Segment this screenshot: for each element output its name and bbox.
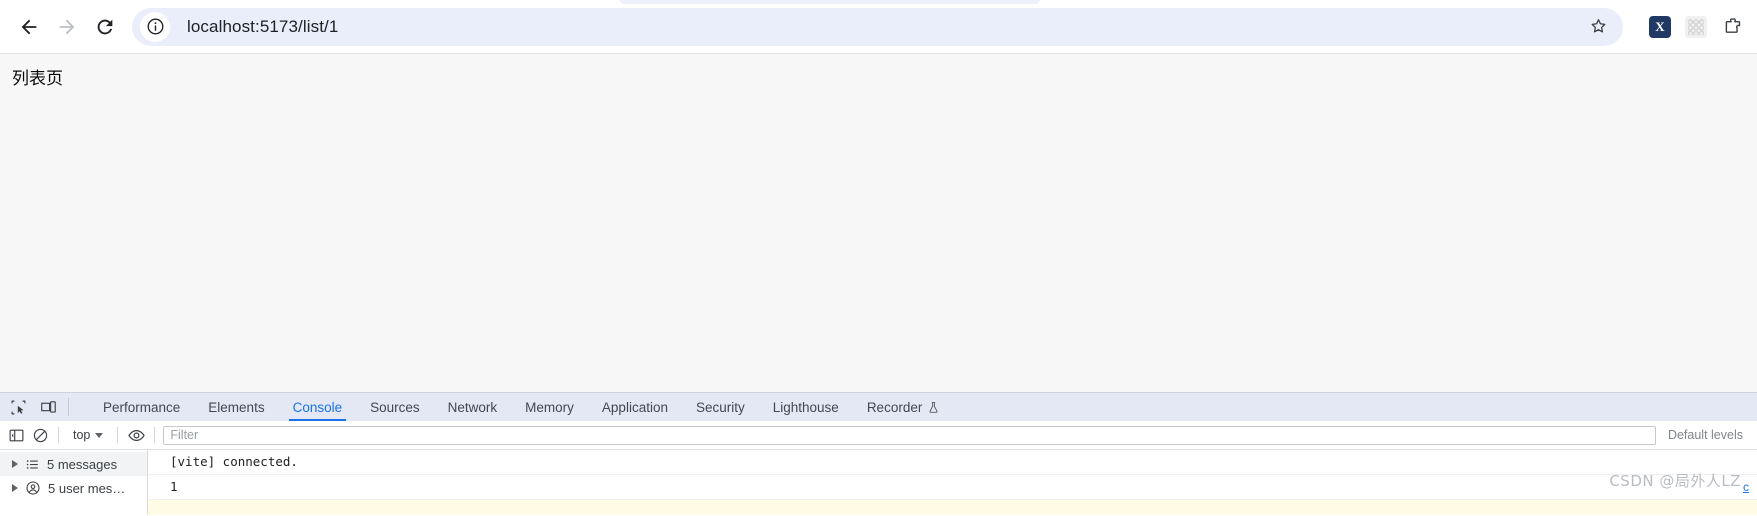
forward-arrow-icon — [59, 19, 75, 34]
sidebar-item-label: 5 user mes… — [48, 480, 126, 496]
page-viewport: 列表页 — [0, 53, 1757, 392]
extensions-button[interactable] — [1717, 12, 1747, 42]
reload-icon — [97, 19, 113, 34]
info-circle-icon — [147, 18, 163, 35]
tab-lighthouse[interactable]: Lighthouse — [759, 393, 853, 421]
clear-circle-slash-icon — [33, 428, 47, 442]
tab-label: Sources — [370, 399, 420, 415]
tab-label: Recorder — [866, 399, 923, 415]
faded-extension-button[interactable] — [1681, 12, 1711, 42]
tab-label: Network — [447, 399, 498, 415]
bookmark-button[interactable] — [1581, 10, 1615, 44]
eye-icon — [128, 429, 145, 441]
x-extension-icon: X — [1649, 15, 1671, 38]
user-icon — [26, 481, 40, 495]
inspect-cursor-icon — [11, 400, 25, 414]
devtools-tabbar: Performance Elements Console Sources Net… — [0, 393, 1757, 421]
console-message[interactable] — [148, 500, 1757, 515]
tab-label: Lighthouse — [772, 399, 839, 415]
expand-triangle-icon[interactable] — [12, 484, 18, 492]
tab-application[interactable]: Application — [588, 393, 682, 421]
x-extension-button[interactable]: X — [1645, 12, 1675, 42]
console-message[interactable]: [vite] connected. — [148, 450, 1757, 475]
console-filter-input[interactable] — [163, 425, 1656, 445]
tab-elements[interactable]: Elements — [194, 393, 278, 421]
tab-security[interactable]: Security — [682, 393, 759, 421]
console-message-text: [vite] connected. — [170, 454, 298, 469]
toolbar-divider — [58, 427, 59, 443]
faded-extension-icon — [1685, 15, 1707, 38]
console-message-list[interactable]: [vite] connected. 1 c CSDN @局外人LZ — [148, 450, 1757, 515]
toolbar-divider — [154, 427, 156, 443]
site-info-button[interactable] — [140, 11, 170, 42]
toolbar-divider — [68, 398, 69, 416]
console-sidebar: 5 messages 5 user mes… — [0, 450, 148, 515]
tab-recorder[interactable]: Recorder — [853, 393, 955, 421]
tab-sources[interactable]: Sources — [356, 393, 434, 421]
sidebar-item-label: 5 messages — [47, 456, 118, 472]
device-toolbar-icon — [40, 400, 56, 413]
console-message[interactable]: 1 c — [148, 475, 1757, 500]
back-button[interactable] — [10, 8, 48, 46]
devtools-tab-list: Performance Elements Console Sources Net… — [75, 393, 1757, 421]
devtools-panel: Performance Elements Console Sources Net… — [0, 392, 1757, 515]
execution-context-dropdown[interactable]: top — [67, 425, 109, 445]
tab-label: Memory — [525, 399, 574, 415]
log-levels-dropdown[interactable]: Default levels — [1660, 428, 1751, 442]
console-message-source-link[interactable]: c — [1743, 478, 1749, 496]
tab-label: Application — [601, 399, 668, 415]
forward-button[interactable] — [48, 8, 86, 46]
console-toolbar: top Default levels — [0, 421, 1757, 450]
console-message-text: 1 — [170, 479, 178, 494]
log-levels-value: Default levels — [1667, 428, 1743, 442]
tab-performance[interactable]: Performance — [89, 393, 194, 421]
tab-label: Console — [292, 399, 343, 415]
reload-button[interactable] — [86, 8, 124, 46]
browser-toolbar: localhost:5173/list/1 X — [0, 0, 1757, 53]
sidebar-item-messages[interactable]: 5 messages — [0, 452, 147, 476]
tab-label: Elements — [208, 399, 265, 415]
inspect-element-button[interactable] — [8, 397, 28, 417]
tab-label: Security — [695, 399, 745, 415]
toolbar-divider — [117, 427, 119, 443]
live-expression-button[interactable] — [126, 425, 146, 445]
chevron-down-icon — [95, 432, 104, 438]
console-body: 5 messages 5 user mes… [vite] connected.… — [0, 450, 1757, 515]
star-icon — [1591, 19, 1605, 33]
execution-context-value: top — [73, 428, 91, 442]
list-icon — [26, 459, 38, 469]
url-text[interactable]: localhost:5173/list/1 — [187, 17, 1581, 37]
sidebar-panel-icon — [9, 429, 23, 441]
page-title: 列表页 — [12, 69, 63, 89]
tab-label: Performance — [103, 399, 181, 415]
puzzle-piece-icon — [1725, 18, 1740, 33]
expand-triangle-icon[interactable] — [12, 460, 18, 468]
toolbar-actions: X — [1627, 12, 1747, 42]
address-bar[interactable]: localhost:5173/list/1 — [132, 7, 1623, 46]
devtools-tool-icons — [0, 393, 64, 421]
console-sidebar-toggle-button[interactable] — [6, 425, 26, 445]
clear-console-button[interactable] — [30, 425, 50, 445]
tab-memory[interactable]: Memory — [511, 393, 588, 421]
tab-console[interactable]: Console — [279, 393, 357, 421]
device-toolbar-button[interactable] — [38, 397, 58, 417]
flask-icon — [929, 401, 938, 413]
tab-network[interactable]: Network — [434, 393, 512, 421]
back-arrow-icon — [21, 19, 37, 34]
tab-strip-sliver — [620, 0, 1040, 4]
sidebar-item-user-messages[interactable]: 5 user mes… — [0, 476, 147, 500]
